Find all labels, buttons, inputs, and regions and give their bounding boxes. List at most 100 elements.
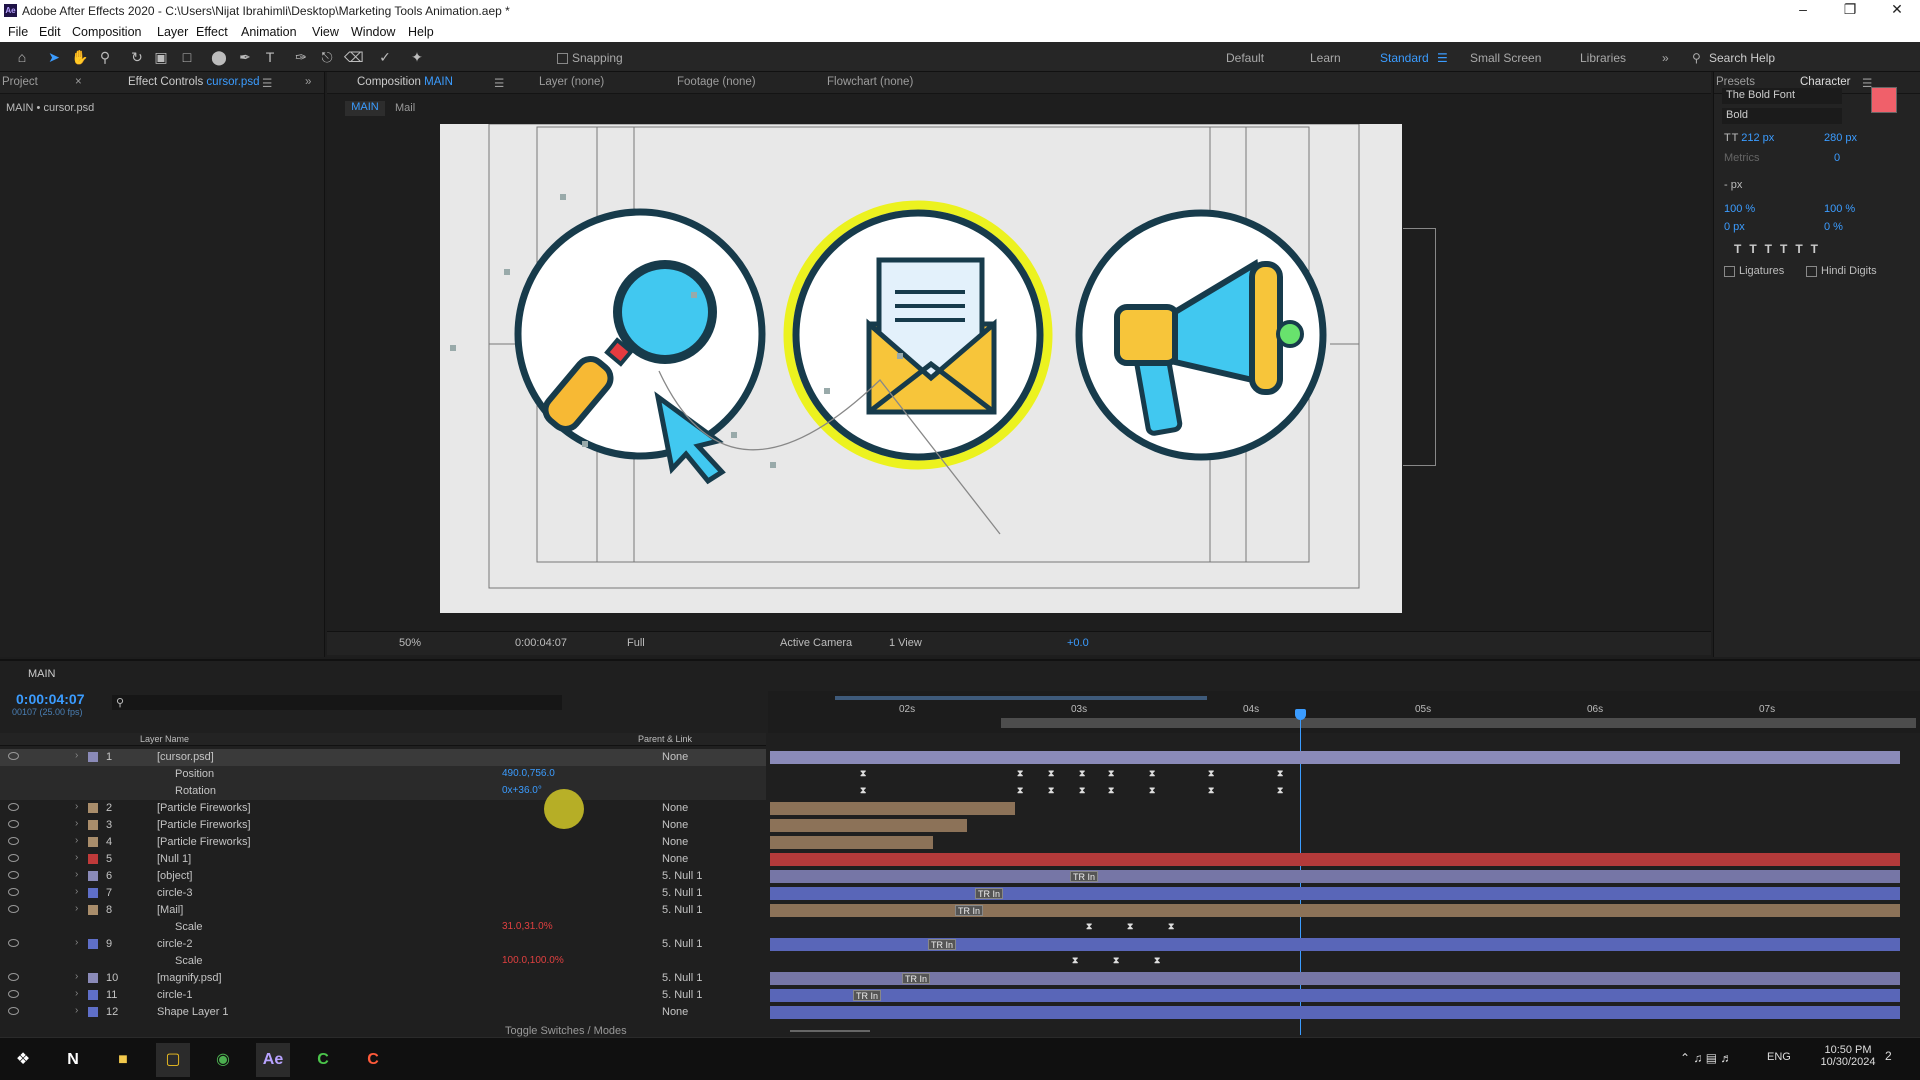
baseline-shift-field[interactable]: 0 px bbox=[1724, 221, 1745, 233]
expand-arrow-icon[interactable]: › bbox=[75, 750, 78, 761]
expand-arrow-icon[interactable]: › bbox=[75, 852, 78, 863]
menu-window[interactable]: Window bbox=[351, 25, 395, 39]
parent-select[interactable]: 5. Null 1 bbox=[662, 989, 702, 1001]
layer-name[interactable]: [Particle Fireworks] bbox=[157, 836, 251, 848]
pen-tool-icon[interactable]: ✒ bbox=[236, 48, 254, 66]
label-color-swatch[interactable] bbox=[88, 905, 98, 915]
ligatures-checkbox[interactable]: Ligatures bbox=[1724, 265, 1784, 277]
layer-row[interactable]: › 11 circle-1 5. Null 1 bbox=[0, 987, 766, 1004]
kerning-field[interactable]: Metrics bbox=[1724, 152, 1759, 164]
keyframe-icon[interactable]: ⧗ bbox=[860, 768, 866, 779]
chrome-icon[interactable]: ◉ bbox=[206, 1043, 240, 1077]
tab-layer[interactable]: Layer (none) bbox=[539, 76, 604, 88]
resolution-select[interactable]: Full bbox=[627, 637, 645, 649]
snapping-toggle[interactable]: Snapping bbox=[557, 51, 623, 65]
property-value[interactable]: 0x+36.0° bbox=[502, 785, 542, 796]
layer-name[interactable]: [Particle Fireworks] bbox=[157, 819, 251, 831]
visibility-eye-icon[interactable] bbox=[8, 1007, 19, 1015]
close-button[interactable]: ✕ bbox=[1877, 1, 1917, 21]
font-family-select[interactable]: The Bold Font bbox=[1722, 88, 1842, 104]
layer-row[interactable]: › 8 [Mail] 5. Null 1 bbox=[0, 902, 766, 919]
keyframe-icon[interactable]: ⧗ bbox=[1108, 785, 1114, 796]
keyframe-icon[interactable]: ⧗ bbox=[1208, 785, 1214, 796]
keyframe-icon[interactable]: ⧗ bbox=[1108, 768, 1114, 779]
font-size-field[interactable]: T T 212 px bbox=[1724, 132, 1774, 144]
layer-name[interactable]: [Mail] bbox=[157, 904, 183, 916]
file-explorer-icon[interactable]: ■ bbox=[106, 1043, 140, 1077]
label-color-swatch[interactable] bbox=[88, 854, 98, 864]
label-color-swatch[interactable] bbox=[88, 990, 98, 1000]
layer-row[interactable]: › 7 circle-3 5. Null 1 bbox=[0, 885, 766, 902]
home-icon[interactable]: ⌂ bbox=[13, 48, 31, 66]
tray-icons[interactable]: ⌃ ♫ ▤ ♬ bbox=[1680, 1051, 1732, 1065]
nav-mail[interactable]: Mail bbox=[395, 102, 415, 114]
expand-arrow-icon[interactable]: › bbox=[75, 937, 78, 948]
visibility-eye-icon[interactable] bbox=[8, 973, 19, 981]
hindi-digits-checkbox[interactable]: Hindi Digits bbox=[1806, 265, 1877, 277]
expand-arrow-icon[interactable]: › bbox=[75, 886, 78, 897]
menu-file[interactable]: File bbox=[8, 25, 28, 39]
tab-presets[interactable]: Presets bbox=[1716, 76, 1755, 88]
property-value[interactable]: 490.0,756.0 bbox=[502, 768, 555, 779]
layer-row[interactable]: › 4 [Particle Fireworks] None bbox=[0, 834, 766, 851]
stroke-width-field[interactable]: - px bbox=[1724, 179, 1742, 191]
parent-select[interactable]: 5. Null 1 bbox=[662, 972, 702, 984]
expand-arrow-icon[interactable]: › bbox=[75, 971, 78, 982]
layer-duration-bar[interactable] bbox=[770, 853, 1900, 866]
label-color-swatch[interactable] bbox=[88, 820, 98, 830]
workspace-standard[interactable]: Standard bbox=[1380, 51, 1429, 65]
label-color-swatch[interactable] bbox=[88, 837, 98, 847]
keyframe-icon[interactable]: ⧗ bbox=[1017, 768, 1023, 779]
property-row[interactable]: Rotation 0x+36.0° bbox=[0, 783, 766, 800]
keyframe-icon[interactable]: ⧗ bbox=[1277, 785, 1283, 796]
layer-row[interactable]: › 10 [magnify.psd] 5. Null 1 bbox=[0, 970, 766, 987]
timeline-tab-main[interactable]: MAIN bbox=[28, 668, 56, 680]
parent-select[interactable]: 5. Null 1 bbox=[662, 904, 702, 916]
vertical-scale-field[interactable]: 100 % bbox=[1724, 203, 1755, 215]
workspace-default[interactable]: Default bbox=[1226, 51, 1264, 65]
label-color-swatch[interactable] bbox=[88, 803, 98, 813]
hand-tool-icon[interactable]: ✋ bbox=[71, 48, 89, 66]
tab-effect-controls[interactable]: Effect Controls cursor.psd bbox=[128, 76, 259, 88]
layer-row[interactable]: › 6 [object] 5. Null 1 bbox=[0, 868, 766, 885]
keyframe-icon[interactable]: ⧗ bbox=[1079, 785, 1085, 796]
visibility-eye-icon[interactable] bbox=[8, 905, 19, 913]
viewer-timecode[interactable]: 0:00:04:07 bbox=[515, 637, 567, 649]
layer-duration-bar[interactable] bbox=[770, 904, 1900, 917]
camera-select[interactable]: Active Camera bbox=[780, 637, 852, 649]
layer-row[interactable]: › 12 Shape Layer 1 None bbox=[0, 1004, 766, 1021]
keyframe-icon[interactable]: ⧗ bbox=[1208, 768, 1214, 779]
search-help-input[interactable]: Search Help bbox=[1709, 51, 1775, 65]
expand-arrow-icon[interactable]: › bbox=[75, 1005, 78, 1016]
keyframe-icon[interactable]: ⧗ bbox=[860, 785, 866, 796]
expand-arrow-icon[interactable]: › bbox=[75, 903, 78, 914]
nav-main[interactable]: MAIN bbox=[345, 101, 385, 116]
tsume-field[interactable]: 0 % bbox=[1824, 221, 1843, 233]
layer-row[interactable]: › 1 [cursor.psd] None bbox=[0, 749, 766, 766]
keyframe-icon[interactable]: ⧗ bbox=[1149, 768, 1155, 779]
visibility-eye-icon[interactable] bbox=[8, 990, 19, 998]
toggle-switches-modes[interactable]: Toggle Switches / Modes bbox=[505, 1025, 627, 1037]
parent-select[interactable]: None bbox=[662, 1006, 688, 1018]
work-area-bar[interactable] bbox=[835, 696, 1207, 700]
sticky-notes-icon[interactable]: ▢ bbox=[156, 1043, 190, 1077]
layer-duration-bar[interactable] bbox=[770, 887, 1900, 900]
current-timecode[interactable]: 0:00:04:07 bbox=[16, 691, 85, 707]
pan-behind-tool-icon[interactable]: □ bbox=[178, 48, 196, 66]
selection-tool-icon[interactable]: ➤ bbox=[45, 48, 63, 66]
visibility-eye-icon[interactable] bbox=[8, 854, 19, 862]
menu-edit[interactable]: Edit bbox=[39, 25, 61, 39]
layer-duration-bar[interactable] bbox=[770, 989, 1900, 1002]
windows-start-icon[interactable]: ❖ bbox=[6, 1043, 40, 1077]
parent-select[interactable]: None bbox=[662, 751, 688, 763]
parent-select[interactable]: None bbox=[662, 836, 688, 848]
rotate-tool-icon[interactable]: ↻ bbox=[128, 48, 146, 66]
property-name[interactable]: Scale bbox=[175, 921, 203, 933]
layer-duration-bar[interactable] bbox=[770, 972, 1900, 985]
tab-character[interactable]: Character bbox=[1800, 76, 1851, 88]
tracking-field[interactable]: 0 bbox=[1834, 152, 1840, 164]
transition-marker[interactable]: TR In bbox=[975, 888, 1004, 899]
parent-select[interactable]: None bbox=[662, 819, 688, 831]
label-color-swatch[interactable] bbox=[88, 871, 98, 881]
expand-arrow-icon[interactable]: › bbox=[75, 801, 78, 812]
